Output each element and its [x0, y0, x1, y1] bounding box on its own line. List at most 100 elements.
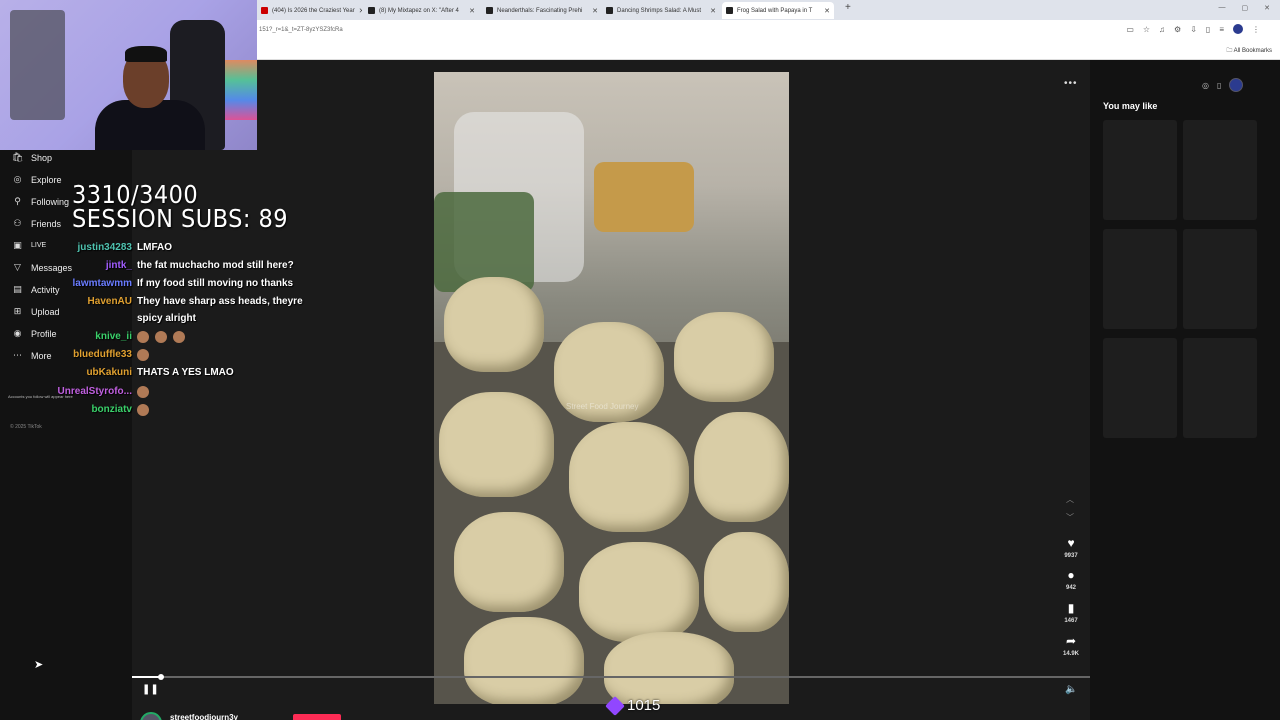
recommended-thumbnail[interactable]	[1183, 120, 1257, 220]
sidepanel-icon[interactable]: ▯	[1206, 25, 1210, 34]
nav-item-live[interactable]: ▣ LIVE	[12, 240, 46, 251]
chat-emote-icon	[173, 331, 185, 343]
browser-tab[interactable]: Neanderthals: Fascinating Prehi ✕	[482, 2, 602, 19]
new-tab-button[interactable]: +	[845, 2, 851, 13]
nav-item-activity[interactable]: ▤ Activity	[12, 284, 60, 295]
bookmarks-bar: 🗀 All Bookmarks	[257, 42, 1280, 60]
chat-emote-icon	[137, 404, 149, 416]
minimize-icon[interactable]: —	[1219, 4, 1226, 12]
close-tab-icon[interactable]: ✕	[592, 7, 598, 15]
nav-item-explore[interactable]: ◎ Explore	[12, 174, 62, 185]
browser-tab[interactable]: Dancing Shrimps Salad: A Must ✕	[602, 2, 720, 19]
close-window-icon[interactable]: ✕	[1264, 4, 1270, 12]
sub-goal-counter: 3310/3400 SESSION SUBS: 89	[72, 182, 288, 231]
cast-icon[interactable]: ▭	[1126, 25, 1134, 34]
follow-button[interactable]	[293, 714, 341, 720]
left-sidebar	[0, 150, 132, 720]
recommended-thumbnail[interactable]	[1103, 229, 1177, 329]
creator-username[interactable]: streetfoodjourn3y	[170, 713, 238, 720]
nav-label: More	[31, 350, 52, 361]
pause-icon[interactable]: ❚❚	[142, 684, 159, 695]
chat-username: UnrealStyrofo...	[57, 386, 132, 397]
progress-handle[interactable]	[157, 674, 164, 680]
compass-icon[interactable]: ◎	[1202, 81, 1209, 90]
menu-icon[interactable]: ≡	[1219, 25, 1224, 34]
browser-tab[interactable]: (404) Is 2026 the Craziest Year ✕	[257, 2, 362, 19]
bookmark-star-icon[interactable]: ☆	[1143, 25, 1150, 34]
nav-item-friends[interactable]: ⚇ Friends	[12, 218, 61, 229]
save-button[interactable]: ▮ 1467	[1058, 601, 1084, 624]
nav-item-following[interactable]: ⚲ Following	[12, 196, 69, 207]
message-icon: ▽	[14, 262, 21, 272]
frog-image	[464, 617, 584, 704]
noodles-image	[594, 162, 694, 232]
frog-image	[439, 392, 554, 497]
chat-username: ubKakuni	[86, 367, 132, 378]
window-controls: — ▢ ✕	[1219, 4, 1271, 12]
like-button[interactable]: ♥ 9937	[1058, 536, 1084, 559]
close-tab-icon[interactable]: ✕	[710, 7, 716, 15]
comment-button[interactable]: ● 942	[1058, 568, 1084, 591]
chat-message: They have sharp ass heads, theyre	[137, 296, 303, 307]
heart-icon: ♥	[1067, 536, 1075, 550]
share-count: 14.9K	[1062, 651, 1079, 657]
download-icon[interactable]: ⇩	[1190, 25, 1197, 34]
nav-item-more[interactable]: ⋯ More	[12, 350, 52, 361]
chat-username: bonziatv	[91, 404, 132, 415]
close-tab-icon[interactable]: ✕	[359, 7, 362, 15]
volume-icon[interactable]: 🔈	[1065, 684, 1077, 695]
nav-label: Upload	[31, 306, 60, 317]
kebab-menu-icon[interactable]: ⋮	[1252, 25, 1260, 34]
nav-label: Activity	[31, 284, 60, 295]
chat-message: If my food still moving no thanks	[137, 278, 294, 289]
share-icon: ➦	[1065, 634, 1077, 648]
chat-username: justin34283	[77, 242, 132, 253]
recommended-thumbnail[interactable]	[1103, 120, 1177, 220]
video-watermark: Street Food Journey	[566, 402, 639, 411]
maximize-icon[interactable]: ▢	[1242, 4, 1249, 12]
video-player[interactable]: Street Food Journey	[434, 72, 789, 704]
nav-item-profile[interactable]: ◉ Profile	[12, 328, 57, 339]
user-avatar-icon[interactable]	[1229, 78, 1244, 92]
cat-tree-image	[10, 10, 65, 120]
bits-value: 1015	[627, 697, 661, 714]
url-text[interactable]: 151?_r=1&_t=ZT-8yzYSZ3fcRa	[259, 27, 343, 33]
close-tab-icon[interactable]: ✕	[824, 7, 830, 15]
nav-item-messages[interactable]: ▽ Messages	[12, 262, 72, 273]
tab-title: Frog Salad with Papaya in T	[737, 7, 813, 14]
chat-message	[137, 349, 155, 361]
nav-item-upload[interactable]: ⊞ Upload	[12, 306, 60, 317]
chat-emote-icon	[137, 386, 149, 398]
panel-header-icons: ◎ ▯	[1202, 78, 1244, 92]
previous-video-icon[interactable]: ︿	[1066, 494, 1074, 505]
media-icon[interactable]: ♫	[1159, 25, 1165, 34]
recommended-thumbnail[interactable]	[1183, 338, 1257, 438]
frog-image	[674, 312, 774, 402]
chat-emote-icon	[137, 349, 149, 361]
chat-username: lawmtawmm	[72, 278, 132, 289]
close-tab-icon[interactable]: ✕	[469, 7, 475, 15]
more-options-icon[interactable]: •••	[1064, 78, 1078, 89]
recommended-thumbnail[interactable]	[1103, 338, 1177, 438]
you-may-like-title: You may like	[1103, 101, 1158, 111]
address-bar-icons: ▭ ☆ ♫ ⚙ ⇩ ▯ ≡ ⋮	[1126, 24, 1260, 34]
like-count: 9937	[1064, 553, 1078, 559]
save-count: 1467	[1064, 618, 1078, 624]
all-bookmarks-link[interactable]: 🗀 All Bookmarks	[1226, 46, 1272, 56]
browser-tab[interactable]: (8) My Mixtapez on X: "After 4 ✕	[364, 2, 479, 19]
browser-tab-active[interactable]: Frog Salad with Papaya in T ✕	[722, 2, 834, 19]
frog-image	[604, 632, 734, 704]
frog-image	[579, 542, 699, 642]
video-progress-bar[interactable]	[132, 674, 1090, 680]
share-button[interactable]: ➦ 14.9K	[1058, 634, 1084, 657]
nav-item-shop[interactable]: 🛍 Shop	[12, 152, 52, 163]
recommended-thumbnail[interactable]	[1183, 229, 1257, 329]
comment-count: 942	[1065, 585, 1076, 591]
extension-icon[interactable]: ⚙	[1174, 25, 1181, 34]
next-video-icon[interactable]: ﹀	[1066, 512, 1074, 523]
chat-message	[137, 386, 155, 398]
chat-username: jintk_	[105, 260, 132, 271]
streamer-hair-image	[125, 46, 167, 62]
profile-avatar-icon[interactable]	[1233, 24, 1243, 34]
phone-icon[interactable]: ▯	[1217, 81, 1221, 90]
